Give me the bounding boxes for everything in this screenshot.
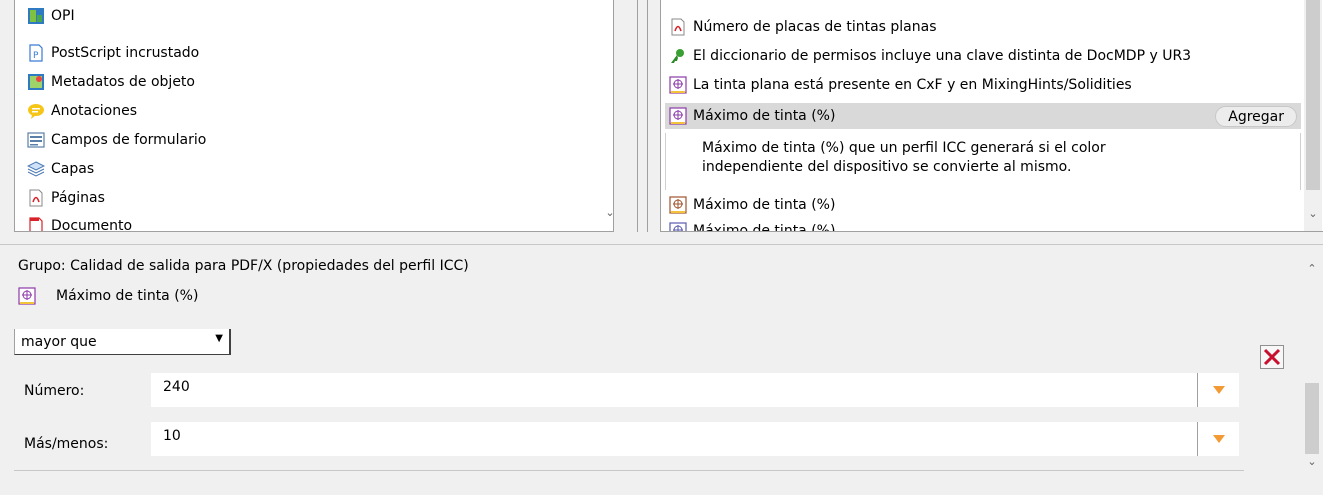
number-field[interactable]: 240 xyxy=(151,373,1239,407)
list-item-label: Campos de formulario xyxy=(51,132,207,148)
layers-icon xyxy=(27,160,45,178)
list-item-document[interactable]: Documento xyxy=(27,214,133,232)
description-line: Máximo de tinta (%) que un perfil ICC ge… xyxy=(702,140,1106,156)
list-item-object-metadata[interactable]: Metadatos de objeto xyxy=(27,70,195,94)
list-item-max-ink-selected[interactable]: Máximo de tinta (%) Agregar xyxy=(665,103,1301,129)
list-item-opi[interactable]: OPI xyxy=(27,4,75,28)
list-item-max-ink[interactable]: Máximo de tinta (%) xyxy=(669,218,1299,232)
output-intent-icon xyxy=(669,222,687,231)
annotation-icon xyxy=(27,102,45,120)
list-item-label: Máximo de tinta (%) xyxy=(693,197,836,213)
close-icon xyxy=(1263,348,1281,366)
list-item-postscript[interactable]: P PostScript incrustado xyxy=(27,41,199,65)
chevron-down-icon xyxy=(1212,386,1225,394)
dropdown-arrow-icon[interactable]: ▼ xyxy=(215,333,223,344)
postscript-icon: P xyxy=(27,44,45,62)
scrollbar-thumb[interactable] xyxy=(1306,0,1320,190)
property-category-list[interactable]: OPI P PostScript incrustado Metadatos de… xyxy=(14,0,614,232)
opi-icon xyxy=(27,7,45,25)
list-item-pages[interactable]: Páginas xyxy=(27,186,105,210)
svg-text:P: P xyxy=(33,51,39,61)
document-icon xyxy=(27,217,45,231)
chevron-down-icon[interactable]: ⌄ xyxy=(1305,455,1319,469)
group-label: Grupo: xyxy=(18,258,66,274)
list-item-label: Capas xyxy=(51,161,95,177)
plusminus-stepper[interactable] xyxy=(1197,422,1239,456)
list-item-label: Páginas xyxy=(51,190,105,206)
list-item-permissions[interactable]: El diccionario de permisos incluye una c… xyxy=(669,43,1299,69)
chevron-down-icon[interactable]: ⌄ xyxy=(603,206,613,220)
list-item-form-fields[interactable]: Campos de formulario xyxy=(27,128,206,152)
plusminus-field[interactable]: 10 xyxy=(151,422,1239,456)
pdf-page-icon xyxy=(27,189,45,207)
pdf-page-icon xyxy=(669,18,687,36)
splitter-line xyxy=(637,0,638,232)
property-caption: Máximo de tinta (%) xyxy=(18,287,198,305)
list-item-label: Número de placas de tintas planas xyxy=(693,19,937,35)
operator-value: mayor que xyxy=(21,333,97,350)
chevron-down-icon[interactable]: ⌄ xyxy=(1306,207,1320,221)
plusminus-label: Más/menos: xyxy=(24,436,109,452)
output-intent-icon xyxy=(669,196,687,214)
output-intent-icon xyxy=(18,287,36,305)
property-list[interactable]: Número de placas de tintas planas El dic… xyxy=(660,0,1323,232)
list-item-spot-cxf[interactable]: La tinta plana está presente en CxF y en… xyxy=(669,72,1299,98)
chevron-up-icon[interactable]: ⌃ xyxy=(1305,262,1319,276)
vertical-scrollbar[interactable]: ⌃ ⌄ xyxy=(1303,258,1321,472)
form-field-icon xyxy=(27,131,45,149)
list-item-layers[interactable]: Capas xyxy=(27,157,94,181)
add-button[interactable]: Agregar xyxy=(1215,106,1297,127)
list-item-label: Metadatos de objeto xyxy=(51,74,195,90)
list-item-label: Documento xyxy=(51,218,133,232)
plusminus-value: 10 xyxy=(163,428,181,444)
chevron-down-icon xyxy=(1212,435,1225,443)
list-item-max-ink[interactable]: Máximo de tinta (%) xyxy=(669,192,1299,218)
list-item-label: OPI xyxy=(51,8,75,24)
output-intent-icon xyxy=(669,76,687,94)
splitter-line[interactable] xyxy=(647,0,648,232)
list-item-label: PostScript incrustado xyxy=(51,45,200,61)
number-value: 240 xyxy=(163,379,190,395)
list-item-annotations[interactable]: Anotaciones xyxy=(27,99,137,123)
number-label: Número: xyxy=(24,383,85,399)
vertical-scrollbar[interactable]: ⌄ xyxy=(1304,0,1322,231)
permissions-icon xyxy=(669,47,687,65)
scrollbar-thumb[interactable] xyxy=(1305,383,1319,454)
object-metadata-icon xyxy=(27,73,45,91)
list-item-label: La tinta plana está presente en CxF y en… xyxy=(693,77,1132,93)
group-value: Calidad de salida para PDF/X (propiedade… xyxy=(70,258,469,274)
description-line: independiente del dispositivo se convier… xyxy=(702,159,1072,175)
number-stepper[interactable] xyxy=(1197,373,1239,407)
panel-divider[interactable] xyxy=(0,244,1323,245)
list-item-label: El diccionario de permisos incluye una c… xyxy=(693,48,1192,64)
delete-condition-button[interactable] xyxy=(1260,345,1284,369)
property-name: Máximo de tinta (%) xyxy=(56,288,199,304)
list-item-label: Máximo de tinta (%) xyxy=(693,108,836,124)
output-intent-icon xyxy=(669,107,687,125)
list-item-label: Máximo de tinta (%) xyxy=(693,223,836,232)
group-caption: Grupo: Calidad de salida para PDF/X (pro… xyxy=(18,258,469,274)
list-item-spot-plates[interactable]: Número de placas de tintas planas xyxy=(669,14,1299,40)
operator-select[interactable]: mayor que ▼ xyxy=(14,329,231,355)
list-item-label: Anotaciones xyxy=(51,103,138,119)
property-description: Máximo de tinta (%) que un perfil ICC ge… xyxy=(665,133,1301,190)
condition-fields: Número: 240 Más/menos: 10 xyxy=(14,373,1244,471)
